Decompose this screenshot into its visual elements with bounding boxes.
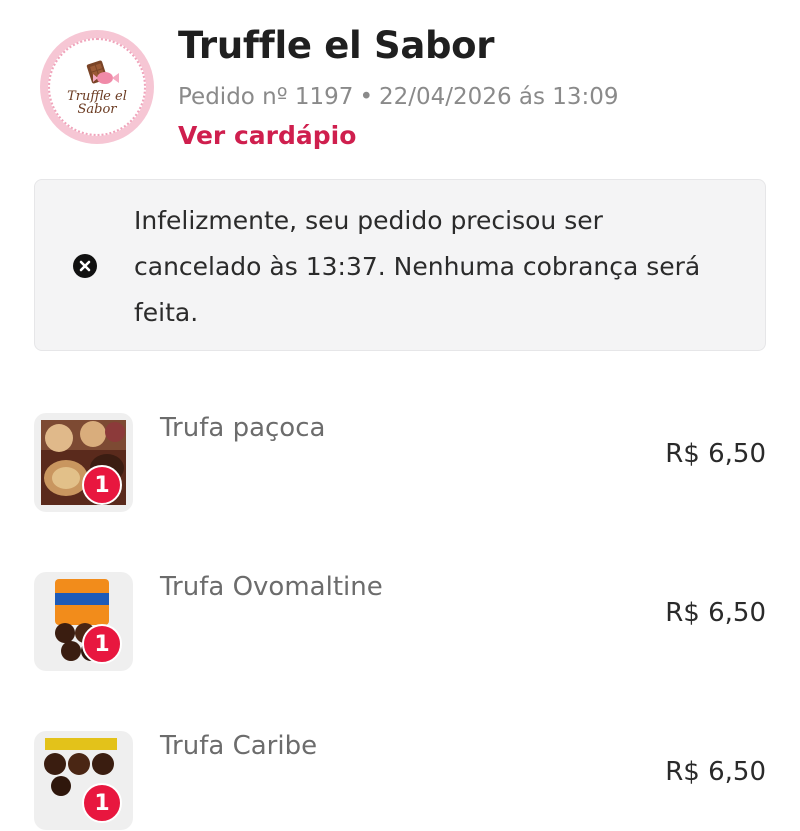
close-circle-icon xyxy=(73,254,97,278)
meta-separator: • xyxy=(359,84,374,110)
store-header: Truffle el Sabor Truffle el Sabor Pedido… xyxy=(0,0,800,160)
item-thumbnail: 1 xyxy=(34,731,133,830)
item-thumbnail: 1 xyxy=(34,572,133,671)
item-price: R$ 6,50 xyxy=(665,598,766,628)
store-logo[interactable]: Truffle el Sabor xyxy=(40,30,154,144)
order-meta: Pedido nº 1197 • 22/04/2026 ás 13:09 xyxy=(178,84,619,110)
order-item[interactable]: 1 Trufa Caribe R$ 6,50 xyxy=(34,731,766,831)
order-datetime: 22/04/2026 ás 13:09 xyxy=(379,84,619,110)
quantity-badge: 1 xyxy=(82,783,122,823)
item-price: R$ 6,50 xyxy=(665,757,766,787)
view-menu-link[interactable]: Ver cardápio xyxy=(178,121,356,150)
quantity-badge: 1 xyxy=(82,624,122,664)
quantity-badge: 1 xyxy=(82,465,122,505)
cancellation-notice: Infelizmente, seu pedido precisou ser ca… xyxy=(34,179,766,351)
item-thumbnail: 1 xyxy=(34,413,133,512)
item-name: Trufa Caribe xyxy=(160,731,318,761)
store-logo-inner: Truffle el Sabor xyxy=(48,38,146,136)
logo-text: Truffle el Sabor xyxy=(67,89,127,117)
order-item[interactable]: 1 Trufa paçoca R$ 6,50 xyxy=(34,413,766,513)
store-name: Truffle el Sabor xyxy=(178,24,495,67)
order-item[interactable]: 1 Trufa Ovomaltine R$ 6,50 xyxy=(34,572,766,672)
item-name: Trufa paçoca xyxy=(160,413,326,443)
order-number: Pedido nº 1197 xyxy=(178,84,354,110)
item-name: Trufa Ovomaltine xyxy=(160,572,383,602)
notice-message: Infelizmente, seu pedido precisou ser ca… xyxy=(134,206,701,327)
item-price: R$ 6,50 xyxy=(665,439,766,469)
candy-icon xyxy=(86,60,119,84)
